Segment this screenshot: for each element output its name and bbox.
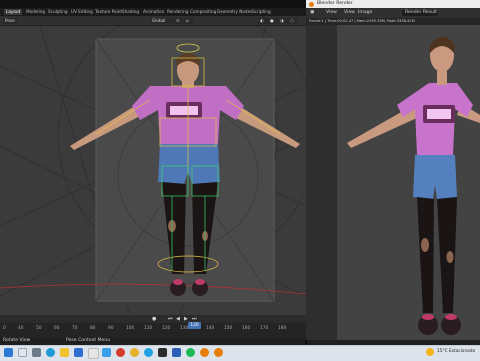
mail-icon[interactable]	[74, 348, 83, 357]
skype-icon[interactable]	[144, 348, 153, 357]
snap-icon[interactable]: ⌂	[184, 17, 194, 24]
tab-layout[interactable]: Layout	[4, 9, 23, 15]
play-reverse-icon[interactable]: ◀	[176, 316, 180, 322]
terminal-icon[interactable]	[158, 348, 167, 357]
explorer-icon[interactable]	[60, 348, 69, 357]
rendered-character	[347, 36, 480, 335]
timeline-tick: 130	[180, 326, 189, 331]
spotify-icon[interactable]	[186, 348, 195, 357]
play-icon[interactable]: ▶	[184, 316, 188, 322]
timeline-tick: 90	[108, 326, 114, 331]
edge-icon[interactable]	[46, 348, 55, 357]
render-menu-bar: ▣ View View Image Render Result	[306, 8, 480, 18]
render-titlebar: Blender Render	[306, 0, 480, 8]
orientation-label: Global	[152, 17, 166, 23]
timeline-tick: 40	[18, 326, 24, 331]
jump-start-icon[interactable]: ⏮	[168, 316, 173, 322]
blender2-icon[interactable]	[214, 348, 223, 357]
render-slot-select[interactable]: Render Result	[402, 10, 438, 16]
overlay-icon[interactable]: ◐	[258, 17, 268, 24]
3d-viewport[interactable]	[0, 26, 306, 315]
timeline-tick: 170	[260, 326, 269, 331]
jump-end-icon[interactable]: ⏭	[192, 316, 197, 322]
task-view-icon[interactable]	[32, 348, 41, 357]
blender-icon[interactable]	[200, 348, 209, 357]
tab-animation[interactable]: Animation	[141, 9, 166, 15]
render-canvas	[347, 36, 480, 335]
search-icon[interactable]	[18, 348, 27, 357]
opera-icon[interactable]	[116, 348, 125, 357]
tab-uv-editing[interactable]: UV Editing	[69, 9, 95, 15]
timeline-tick: 50	[36, 326, 42, 331]
blender-logo-icon	[309, 1, 314, 7]
menu-view-2[interactable]: View	[344, 10, 355, 16]
viewport-canvas	[0, 26, 306, 315]
tab-shading[interactable]: Shading	[120, 9, 141, 15]
editor-type-icon[interactable]: ▣	[310, 10, 314, 16]
mode-select[interactable]: Pose	[3, 17, 17, 24]
shading-solid-icon[interactable]: ●	[268, 17, 278, 24]
timeline-controls: ● ⏮ ◀ ▶ ⏭	[0, 315, 306, 323]
timeline-tick: 100	[126, 326, 135, 331]
tab-geometry-nodes[interactable]: Geometry Nodes	[215, 9, 254, 15]
chrome-icon[interactable]	[130, 348, 139, 357]
playhead-frame[interactable]: 120	[188, 322, 201, 329]
timeline-tick: 140	[206, 326, 215, 331]
timeline-tick: 160	[242, 326, 251, 331]
blender-titlebar	[0, 0, 306, 8]
status-rotate-view: Rotate View	[3, 338, 31, 343]
word-icon[interactable]	[172, 348, 181, 357]
tab-scripting[interactable]: Scripting	[250, 9, 273, 15]
orientation-select[interactable]: Global	[150, 17, 174, 24]
render-stats: Frame:1 | Time:00:02.47 | Mem:2295.33M, …	[309, 18, 415, 23]
status-context-menu: Pose Context Menu	[66, 338, 111, 343]
timeline-tick: 110	[144, 326, 153, 331]
render-sidebar	[306, 25, 337, 340]
status-bar: Rotate View Pose Context Menu	[0, 337, 306, 345]
timeline-tick: 60	[54, 326, 60, 331]
teams-icon[interactable]	[102, 348, 111, 357]
timeline-tick: 150	[224, 326, 233, 331]
timeline-tick: 120	[162, 326, 171, 331]
menu-view[interactable]: View	[326, 10, 337, 16]
pivot-icon[interactable]: ⊙	[174, 17, 184, 24]
render-info-bar: Frame:1 | Time:00:02.47 | Mem:2295.33M, …	[306, 18, 480, 25]
shading-material-icon[interactable]: ◑	[278, 17, 288, 24]
shading-render-icon[interactable]: ○	[288, 17, 298, 24]
weather-icon	[426, 348, 434, 356]
render-result-image[interactable]	[337, 25, 480, 340]
workspace-tabs-bar: Layout Modeling Sculpting UV Editing Tex…	[0, 8, 306, 16]
timeline-tick: 180	[278, 326, 287, 331]
tab-rendering[interactable]: Rendering	[165, 9, 190, 15]
render-slot-label: Render Result	[405, 9, 438, 15]
viewport-header: Pose Global ⊙ ⌂ ◐ ● ◑ ○	[0, 16, 306, 26]
windows-taskbar	[0, 345, 480, 361]
tab-modeling[interactable]: Modeling	[24, 9, 47, 15]
timeline-tick: 0	[3, 326, 6, 331]
render-window-title: Blender Render	[317, 1, 353, 6]
tab-sculpting[interactable]: Sculpting	[46, 9, 70, 15]
store-icon[interactable]	[88, 348, 99, 359]
tab-compositing[interactable]: Compositing	[188, 9, 218, 15]
record-icon[interactable]: ●	[152, 316, 156, 322]
timeline-tick: 80	[90, 326, 96, 331]
windows-icon[interactable]	[4, 348, 13, 357]
timeline-tick: 70	[72, 326, 78, 331]
weather-text: 15°C Estacionado	[437, 349, 476, 354]
menu-image[interactable]: Image	[358, 10, 372, 16]
